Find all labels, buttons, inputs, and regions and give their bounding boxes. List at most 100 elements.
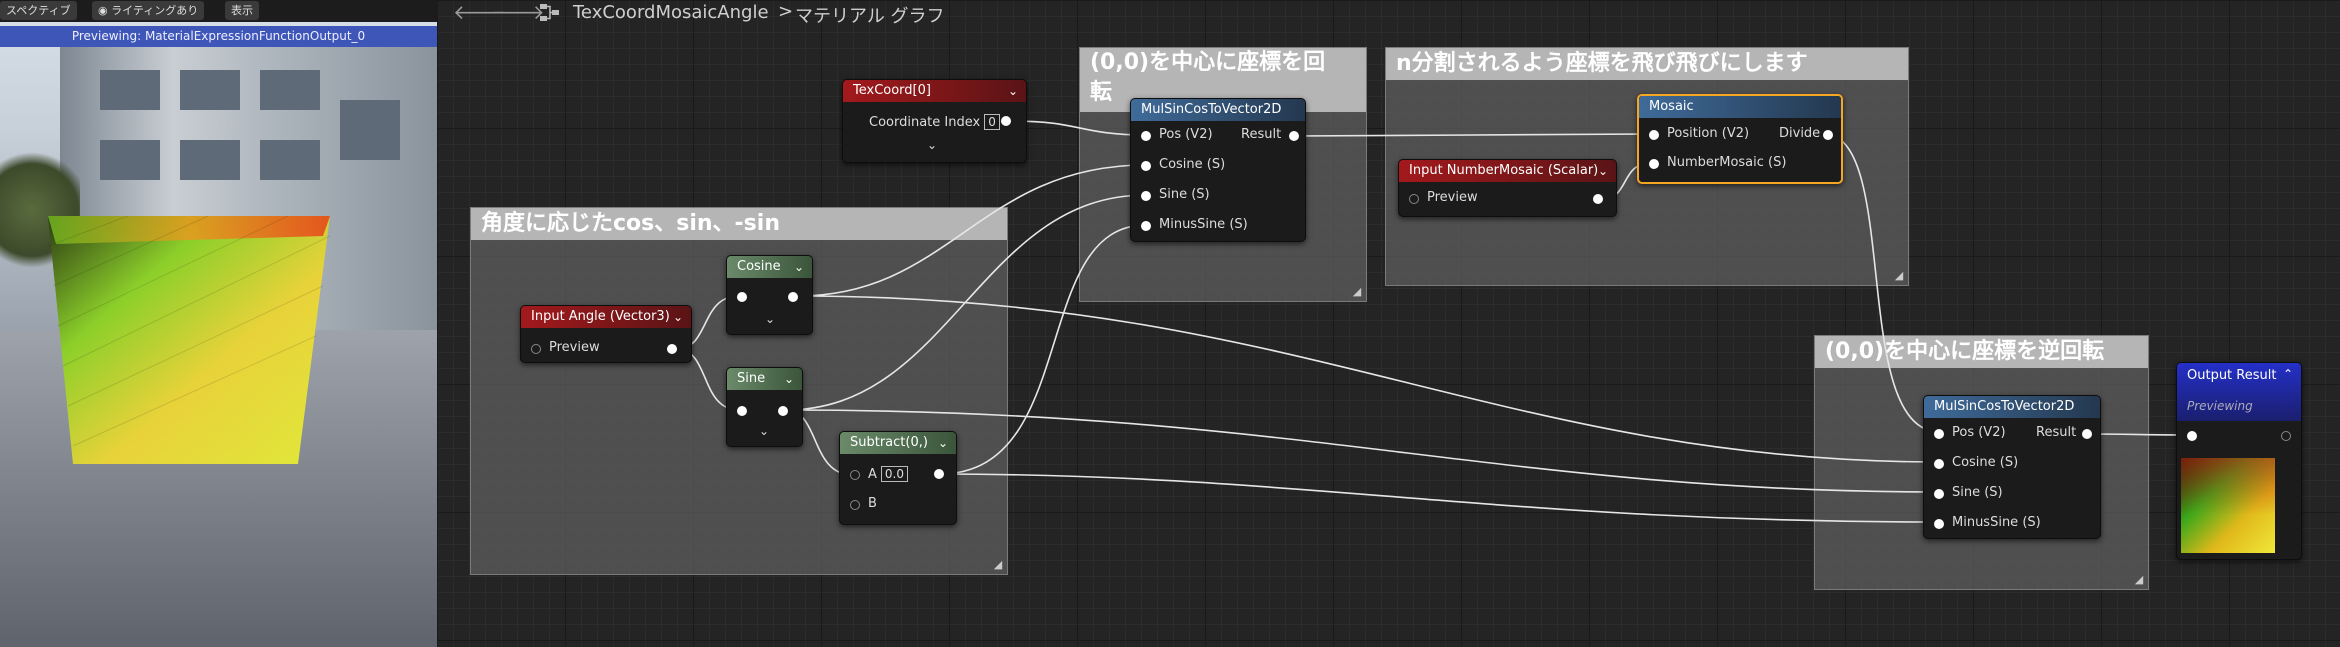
node-mulsincos-1-title: MulSinCosToVector2D [1131,99,1305,121]
texcoord-output-pin[interactable] [1001,116,1011,126]
resize-handle-icon[interactable]: ◢ [1893,270,1905,282]
comment-angle-title: 角度に応じたcos、sin、-sin [471,208,1007,240]
mulsin1-result-pin[interactable] [1289,131,1299,141]
cosine-output-pin[interactable] [788,292,798,302]
node-mulsincos-1[interactable]: MulSinCosToVector2D Pos (V2) Result Cosi… [1130,98,1306,242]
mulsin2-result-label: Result [2036,425,2077,440]
node-input-number-mosaic[interactable]: Input NumberMosaic (Scalar) ⌄ Preview [1398,159,1617,217]
comment-inverse-title: (0,0)を中心に座標を逆回転 [1815,336,2148,368]
node-mulsincos-2-title: MulSinCosToVector2D [1924,396,2100,418]
node-mulsincos-2[interactable]: MulSinCosToVector2D Pos (V2) Result Cosi… [1923,395,2101,539]
preview-toggle-pin[interactable] [1409,194,1419,204]
mulsin2-minussine-label: MinusSine (S) [1952,515,2041,530]
mulsin2-result-pin[interactable] [2082,429,2092,439]
node-sine-header: Sine ⌄ [727,368,802,390]
mulsin2-cosine-label: Cosine (S) [1952,455,2019,470]
mulsin1-sine-pin[interactable] [1141,191,1151,201]
subtract-b-pin[interactable] [850,500,860,510]
collapse-chevron-icon[interactable]: ⌄ [794,256,804,278]
mulsin1-sine-label: Sine (S) [1159,187,1210,202]
sine-output-pin[interactable] [778,406,788,416]
comment-mosaic-title: n分割されるよう座標を飛び飛びにします [1386,48,1908,80]
mulsin1-cosine-label: Cosine (S) [1159,157,1226,172]
node-subtract-title: Subtract(0,) [850,435,928,450]
node-input-angle-title: Input Angle (Vector3) [531,309,670,324]
mulsin2-sine-pin[interactable] [1934,489,1944,499]
perspective-button[interactable]: スペクティブ [0,1,77,20]
node-sine[interactable]: Sine ⌄ ⌄ [726,367,803,447]
lighting-button[interactable]: ◉ ライティングあり [92,1,205,20]
subtract-a-label: A [868,467,877,482]
node-output-title: Output Result [2187,368,2277,383]
mosaic-position-label: Position (V2) [1667,126,1750,141]
resize-handle-icon[interactable]: ◢ [2133,574,2145,586]
output-preview-swatch [2181,458,2275,553]
node-input-number-header: Input NumberMosaic (Scalar) ⌄ [1399,160,1616,182]
breadcrumb-asset[interactable]: TexCoordMosaicAngle [573,2,769,23]
collapse-chevron-icon[interactable]: ⌃ [2283,363,2293,385]
mulsin2-cosine-pin[interactable] [1934,459,1944,469]
node-subtract-header: Subtract(0,) ⌄ [840,432,956,454]
node-input-angle[interactable]: Input Angle (Vector3) ⌄ Preview [520,305,692,363]
collapse-chevron-icon[interactable]: ⌄ [673,306,683,328]
node-cosine-title: Cosine [737,259,781,274]
mulsin1-minussine-pin[interactable] [1141,221,1151,231]
collapse-chevron-icon[interactable]: ⌄ [1598,160,1608,182]
node-output-subtitle: Previewing [2187,399,2253,413]
show-button[interactable]: 表示 [225,1,259,20]
node-output-result[interactable]: Output Result ⌃ Previewing [2176,362,2302,560]
cosine-input-pin[interactable] [737,292,747,302]
preview-mesh [48,216,330,464]
mosaic-number-label: NumberMosaic (S) [1667,155,1787,170]
lighting-label: ライティングあり [111,4,199,17]
node-texcoord-header: TexCoord[0] ⌄ [843,80,1026,102]
node-input-angle-header: Input Angle (Vector3) ⌄ [521,306,691,328]
breadcrumb-graph[interactable]: マテリアル グラフ [795,2,945,28]
mulsin2-pos-label: Pos (V2) [1952,425,2006,440]
expand-chevron-icon[interactable]: ⌄ [765,312,775,326]
expand-chevron-icon[interactable]: ⌄ [927,138,937,152]
mulsin1-pos-pin[interactable] [1141,131,1151,141]
node-texcoord[interactable]: TexCoord[0] ⌄ Coordinate Index 0 ⌄ [842,79,1027,163]
subtract-b-label: B [868,496,877,511]
graph-hierarchy-icon [540,4,560,22]
node-output-header: Output Result ⌃ Previewing [2177,363,2301,421]
input-angle-output-pin[interactable] [667,344,677,354]
mulsin1-result-label: Result [1241,127,1282,142]
mulsin2-minussine-pin[interactable] [1934,519,1944,529]
node-cosine-header: Cosine ⌄ [727,256,812,278]
node-cosine[interactable]: Cosine ⌄ ⌄ [726,255,813,335]
collapse-chevron-icon[interactable]: ⌄ [784,368,794,390]
collapse-chevron-icon[interactable]: ⌄ [938,432,948,454]
input-number-preview-label: Preview [1427,190,1478,205]
subtract-a-value[interactable]: 0.0 [880,466,908,482]
mulsin2-pos-pin[interactable] [1934,429,1944,439]
mosaic-divide-label: Divide [1779,126,1821,141]
node-mosaic-title: Mosaic [1639,96,1841,118]
mulsin1-pos-label: Pos (V2) [1159,127,1213,142]
mosaic-divide-pin[interactable] [1823,130,1833,140]
mosaic-position-pin[interactable] [1649,130,1659,140]
mulsin1-cosine-pin[interactable] [1141,161,1151,171]
mosaic-number-pin[interactable] [1649,159,1659,169]
node-mosaic[interactable]: Mosaic Position (V2) Divide NumberMosaic… [1637,94,1843,184]
lighting-icon: ◉ [98,4,112,17]
resize-handle-icon[interactable]: ◢ [992,559,1004,571]
subtract-a-pin[interactable] [850,470,860,480]
collapse-chevron-icon[interactable]: ⌄ [1008,80,1018,102]
preview-viewport[interactable]: スペクティブ ◉ ライティングあり 表示 Previewing: Materia… [0,0,437,647]
subtract-output-pin[interactable] [934,469,944,479]
coordinate-index-label: Coordinate Index [869,115,981,130]
sine-input-pin[interactable] [737,406,747,416]
expand-chevron-icon[interactable]: ⌄ [759,424,769,438]
breadcrumb-separator: > [778,1,794,22]
node-subtract[interactable]: Subtract(0,) ⌄ A 0.0 B [839,431,957,525]
input-number-output-pin[interactable] [1593,194,1603,204]
coordinate-index-value[interactable]: 0 [984,114,1000,130]
output-input-pin[interactable] [2187,431,2197,441]
preview-toggle-pin[interactable] [531,344,541,354]
node-input-number-title: Input NumberMosaic (Scalar) [1409,163,1599,178]
output-preview-pin[interactable] [2281,431,2291,441]
forward-arrow-icon[interactable]: 🡒 [491,0,545,24]
resize-handle-icon[interactable]: ◢ [1351,286,1363,298]
